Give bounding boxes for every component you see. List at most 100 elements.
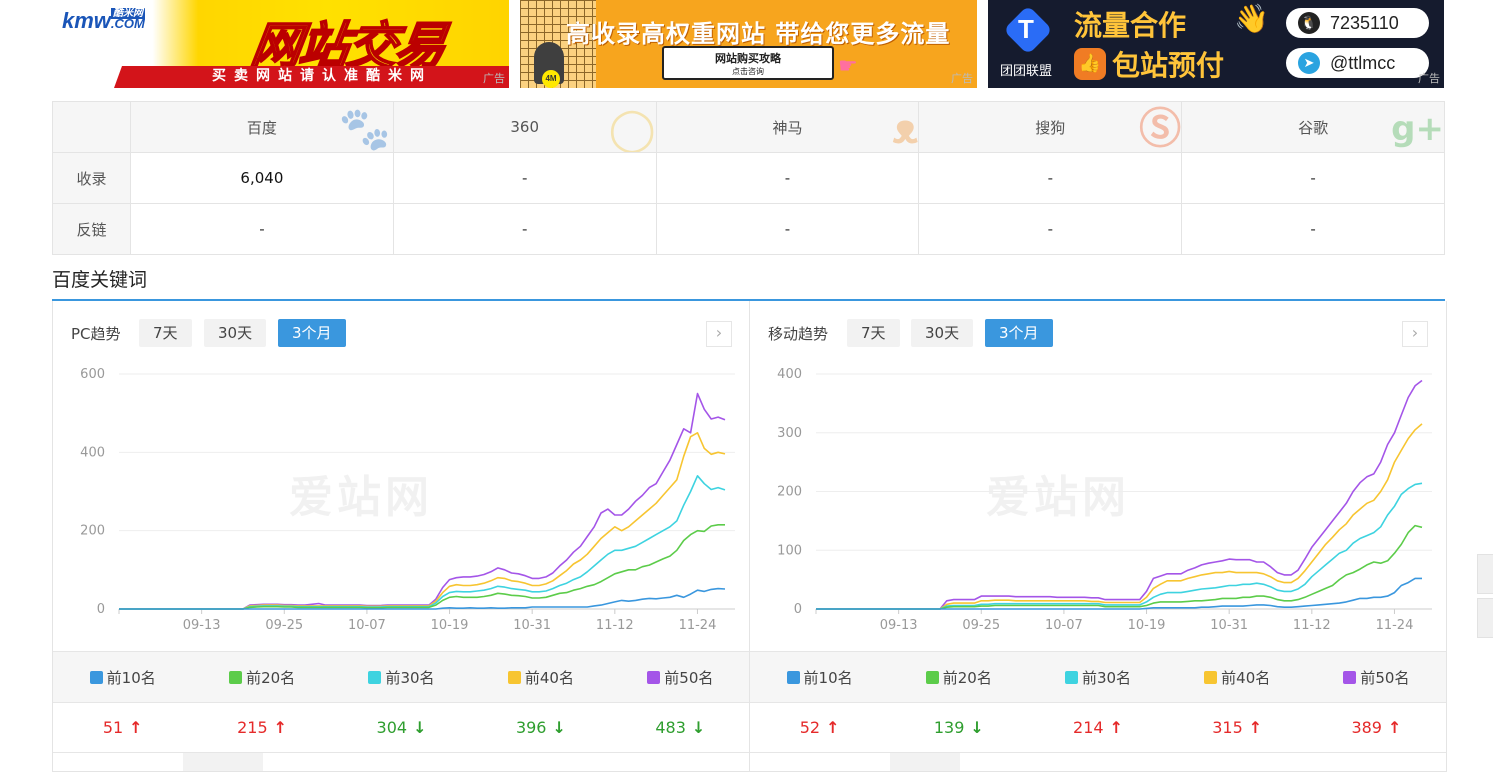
legend-item[interactable]: 前50名 <box>611 652 750 702</box>
range-3m-button[interactable]: 3个月 <box>278 319 346 347</box>
backlinks-360: - <box>392 203 657 255</box>
ad-headline: 高收录高权重网站 带给您更多流量 <box>566 20 951 48</box>
telegram-icon: ➤ <box>1298 52 1320 74</box>
arrow-up-icon: ↑ <box>826 717 840 737</box>
ad-strip-text: 买卖网站请认准酷米网 <box>212 68 432 84</box>
ad-banner-website[interactable]: 4M 高收录高权重网站 带给您更多流量 网站购买攻略 点击咨询 ☛ 广告 <box>520 0 977 88</box>
arrow-down-icon: ↓ <box>691 717 706 737</box>
x-tick-label: 11-12 <box>596 618 634 633</box>
legend-item[interactable]: 前20名 <box>889 652 1028 702</box>
pointing-hand-icon: ☛ <box>838 54 858 79</box>
range-7d-button[interactable]: 7天 <box>847 319 900 347</box>
arrow-up-icon: ↑ <box>129 717 143 737</box>
mobile-trend-chart: 0 100 200 300 400 09-13 09-25 10-07 10-19 10-31 11… <box>777 367 1432 633</box>
panel-title: PC趋势 <box>71 325 121 343</box>
backlinks-baidu: - <box>130 203 394 255</box>
thumbs-up-icon: 👍 <box>1074 48 1106 80</box>
waving-hand-icon: 👋 <box>1234 2 1269 35</box>
range-30d-button[interactable]: 30天 <box>911 319 974 347</box>
ad-cta-line1: 网站购买攻略 <box>715 52 781 65</box>
arrow-up-icon: ↑ <box>1387 717 1402 737</box>
value-1: 51 ↑ <box>53 702 192 752</box>
arrow-up-icon: ↑ <box>1109 717 1123 737</box>
y-tick-label: 400 <box>80 445 105 460</box>
legend-item[interactable]: 前30名 <box>1028 652 1167 702</box>
table-corner <box>52 101 131 153</box>
arrow-down-icon: ↓ <box>552 717 566 737</box>
value-number: 214 <box>1073 717 1104 737</box>
360-icon: ◯ <box>608 104 656 153</box>
x-tick-label: 11-24 <box>1376 618 1414 633</box>
arrow-up-icon: ↑ <box>1248 717 1263 737</box>
tuantuan-logo-letter: T <box>1018 14 1034 44</box>
qq-contact[interactable]: 🐧 7235110 <box>1286 8 1429 38</box>
value-2: 215 ↑ <box>192 702 331 752</box>
series-line-3 <box>119 475 726 610</box>
engine-header-google: 谷歌 g+ <box>1181 101 1445 153</box>
y-tick-label: 0 <box>794 602 802 617</box>
qq-penguin-icon: 🐧 <box>1298 12 1320 34</box>
x-tick-label: 09-25 <box>265 618 303 633</box>
bottom-strip <box>750 753 1446 771</box>
legend-item[interactable]: 前10名 <box>53 652 192 702</box>
x-tick-label: 10-31 <box>1210 618 1248 633</box>
ad-line2: 包站预付 <box>1112 49 1225 82</box>
ad-cta-bubble[interactable]: 网站购买攻略 点击咨询 <box>662 46 834 80</box>
value-number: 389 <box>1351 717 1382 737</box>
pc-trend-chart: 0 200 400 600 09-13 09-25 10-07 10-19 10-31 11-12… <box>80 367 735 633</box>
value-2: 139 ↓ <box>889 702 1028 752</box>
mobile-trend-panel: 移动趋势 7天 30天 3个月 › 爱站网 0 100 200 300 400 09-13… <box>749 301 1447 772</box>
x-tick-label: 09-13 <box>880 618 918 633</box>
range-7d-button[interactable]: 7天 <box>139 319 192 347</box>
baidu-paw-icon: 🐾 <box>338 104 391 153</box>
y-tick-label: 400 <box>777 367 802 382</box>
backlinks-sogou: - <box>918 203 1183 255</box>
backlinks-google: - <box>1181 203 1445 255</box>
engine-header-sogou: 搜狗 Ⓢ <box>918 101 1183 153</box>
row-label-indexed: 收录 <box>52 152 131 204</box>
y-tick-label: 100 <box>777 543 802 558</box>
ad-banner-kmw[interactable]: kmw.COM 酷米网 网站交易 买卖网站请认准酷米网 广告 <box>52 0 509 88</box>
value-5: 483 ↓ <box>611 702 750 752</box>
legend-item[interactable]: 前10名 <box>750 652 889 702</box>
value-number: 51 <box>102 717 124 737</box>
legend-item[interactable]: 前30名 <box>332 652 471 702</box>
ad-banner-tuantuan[interactable]: T 团团联盟 流量合作 👍 包站预付 👋 🐧 7235110 ➤ @ttlmcc… <box>988 0 1444 88</box>
x-tick-label: 11-24 <box>679 618 717 633</box>
arrow-up-icon: ↑ <box>273 717 288 737</box>
legend: 前10名 前20名 前30名 前40名 前50名 <box>53 651 750 703</box>
google-plus-icon: g+ <box>1391 109 1444 149</box>
current-values: 52 ↑ 139 ↓ 214 ↑ 315 ↑ 389 ↑ <box>750 702 1446 753</box>
range-3m-button[interactable]: 3个月 <box>985 319 1053 347</box>
side-widget-bottom[interactable] <box>1477 598 1493 638</box>
qq-number: 7235110 <box>1330 12 1399 33</box>
row-label-backlinks: 反链 <box>52 203 131 255</box>
x-tick-label: 10-07 <box>348 618 386 633</box>
value-3: 214 ↑ <box>1028 702 1167 752</box>
range-30d-button[interactable]: 30天 <box>204 319 267 347</box>
series-line-5 <box>119 392 726 610</box>
y-tick-label: 200 <box>80 524 105 539</box>
side-widget-top[interactable] <box>1477 554 1493 594</box>
x-tick-label: 10-31 <box>513 618 551 633</box>
legend-item[interactable]: 前40名 <box>1168 652 1307 702</box>
telegram-handle: @ttlmcc <box>1330 52 1396 73</box>
legend-item[interactable]: 前40名 <box>471 652 610 702</box>
legend-item[interactable]: 前20名 <box>192 652 331 702</box>
arrow-down-icon: ↓ <box>413 717 427 737</box>
engine-header-baidu: 百度 🐾 <box>130 101 394 153</box>
telegram-contact[interactable]: ➤ @ttlmcc <box>1286 48 1429 78</box>
chevron-right-icon[interactable]: › <box>1402 321 1428 347</box>
chevron-right-icon[interactable]: › <box>706 321 732 347</box>
ad-tag: 广告 <box>1418 72 1440 85</box>
indexed-google: - <box>1181 152 1445 204</box>
value-4: 315 ↑ <box>1168 702 1307 752</box>
indexed-baidu[interactable]: 6,040 <box>130 152 394 204</box>
ad-tag: 广告 <box>951 72 973 85</box>
x-tick-label: 10-19 <box>431 618 469 633</box>
ad-ball: 4M <box>542 70 560 88</box>
kmw-logo: kmw.COM 酷米网 <box>62 8 145 33</box>
y-tick-label: 300 <box>777 426 802 441</box>
legend-item[interactable]: 前50名 <box>1307 652 1446 702</box>
bottom-strip <box>53 753 750 771</box>
